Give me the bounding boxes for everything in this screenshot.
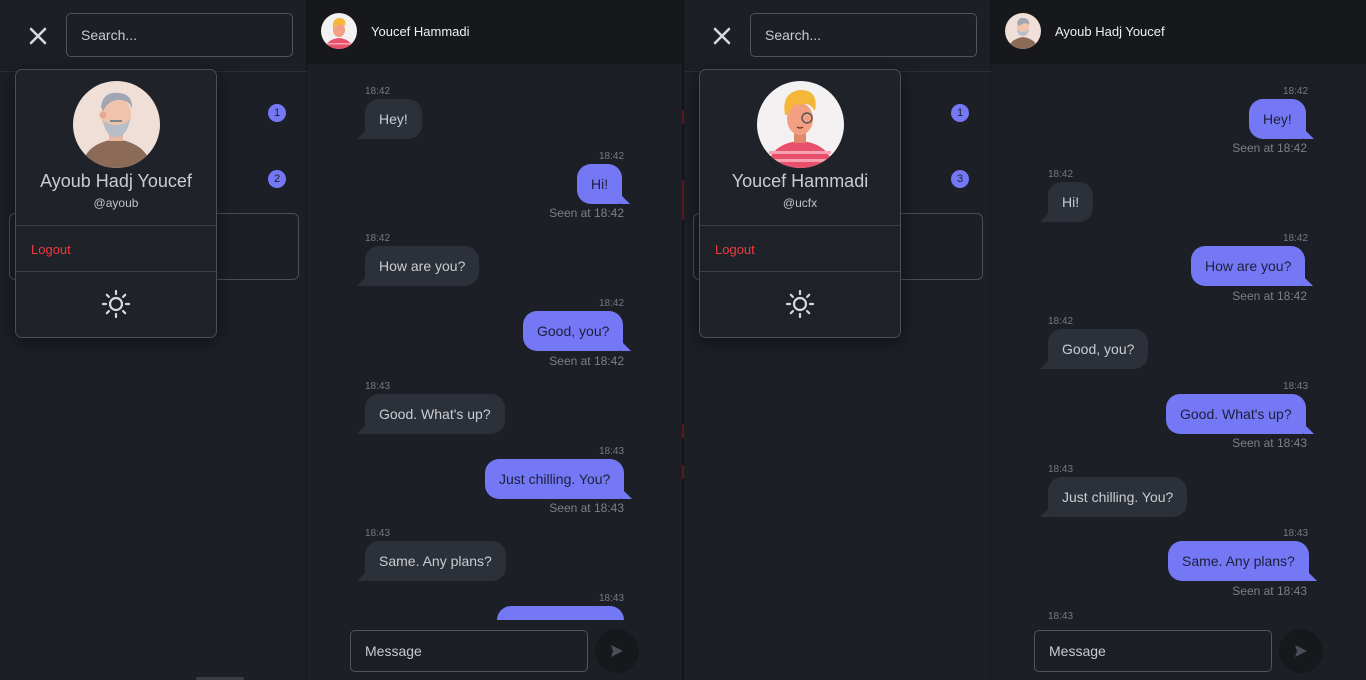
- seen-status: Seen at 18:42: [549, 206, 624, 220]
- chat-app-right: 1 3 Youcef Hammadi @ucfx Logo: [684, 0, 1366, 680]
- message-bubble-incoming: How are you?: [356, 246, 480, 286]
- message-time: 18:42: [1048, 316, 1074, 327]
- profile-menu: Ayoub Hadj Youcef @ayoub Logout: [15, 69, 217, 338]
- message-time: 18:42: [365, 233, 391, 244]
- search-input[interactable]: [66, 13, 293, 57]
- chat-app-left: 1 2 Ayoub Hadj Youcef @ayoub Logout: [0, 0, 683, 680]
- message-bubble-outgoing: [497, 606, 624, 620]
- chat-title: Youcef Hammadi: [371, 24, 470, 39]
- avatar-young-man-icon: [321, 13, 357, 49]
- avatar-young-man-icon: [757, 81, 844, 168]
- menu-divider: [16, 271, 216, 272]
- seen-status: Seen at 18:42: [549, 354, 624, 368]
- send-button[interactable]: [595, 629, 639, 673]
- message-bubble-incoming: Good, you?: [1039, 329, 1149, 369]
- close-icon: [713, 27, 731, 45]
- search-input[interactable]: [750, 13, 977, 57]
- message-list: 18:42 Hey! 18:42 Hi! Seen at 18:42 18:42…: [307, 64, 683, 620]
- message-time: 18:43: [599, 446, 625, 457]
- avatar: [73, 81, 160, 168]
- message-bubble-outgoing: Just chilling. You?: [485, 459, 633, 499]
- avatar-old-man-icon: [1005, 13, 1041, 49]
- message-bubble-outgoing: Hey!: [1249, 99, 1314, 139]
- message-time: 18:42: [1048, 169, 1074, 180]
- sun-icon: [785, 289, 815, 319]
- message-time: 18:43: [365, 381, 391, 392]
- seen-status: Seen at 18:43: [1232, 584, 1307, 598]
- profile-name: Youcef Hammadi: [731, 171, 869, 191]
- seen-status: Seen at 18:42: [1232, 289, 1307, 303]
- logout-button[interactable]: Logout: [31, 242, 71, 257]
- unread-badge: 1: [268, 104, 286, 122]
- message-bubble-incoming: Hi!: [1039, 182, 1094, 222]
- message-time: 18:42: [599, 151, 625, 162]
- sidebar-header: [684, 0, 991, 72]
- sidebar: 1 3 Youcef Hammadi @ucfx Logo: [684, 0, 991, 680]
- profile-handle: @ucfx: [782, 196, 818, 210]
- chat-panel: Ayoub Hadj Youcef 18:42 Hey! Seen at 18:…: [991, 0, 1366, 680]
- chat-header: Youcef Hammadi: [307, 0, 683, 64]
- avatar[interactable]: [1005, 13, 1041, 49]
- close-button[interactable]: [708, 22, 736, 50]
- message-bubble-incoming: Good. What's up?: [357, 394, 505, 434]
- avatar: [757, 81, 844, 168]
- message-time: 18:43: [1048, 464, 1074, 475]
- avatar[interactable]: [321, 13, 357, 49]
- message-list: 18:42 Hey! Seen at 18:42 18:42 Hi! 18:42…: [991, 64, 1366, 620]
- message-input[interactable]: [350, 630, 588, 672]
- message-bubble-incoming: Hey!: [357, 99, 422, 139]
- message-time: 18:43: [599, 593, 625, 604]
- chat-title: Ayoub Hadj Youcef: [1055, 24, 1165, 39]
- seen-status: Seen at 18:43: [549, 501, 624, 515]
- chat-panel: Youcef Hammadi 18:42 Hey! 18:42 Hi! Seen…: [307, 0, 683, 680]
- sun-icon: [101, 289, 131, 319]
- send-icon: [1295, 645, 1307, 657]
- message-time: 18:42: [365, 86, 391, 97]
- chat-header: Ayoub Hadj Youcef: [991, 0, 1366, 64]
- message-bubble-outgoing: Good, you?: [523, 311, 632, 351]
- unread-badge: 1: [951, 104, 969, 122]
- message-time: 18:42: [1283, 233, 1309, 244]
- profile-handle: @ayoub: [93, 196, 139, 210]
- message-bubble-outgoing: Same. Any plans?: [1168, 541, 1317, 581]
- logout-button[interactable]: Logout: [715, 242, 755, 257]
- message-time: 18:43: [1283, 528, 1309, 539]
- message-bubble-outgoing: Good. What's up?: [1166, 394, 1314, 434]
- message-input[interactable]: [1034, 630, 1272, 672]
- message-time: 18:43: [1283, 381, 1309, 392]
- unread-badge: 2: [268, 170, 286, 188]
- theme-toggle[interactable]: [101, 289, 131, 319]
- sidebar-header: [0, 0, 307, 72]
- seen-status: Seen at 18:43: [1232, 436, 1307, 450]
- message-composer: [991, 620, 1366, 680]
- message-bubble-incoming: Just chilling. You?: [1039, 477, 1188, 517]
- profile-menu: Youcef Hammadi @ucfx Logout: [699, 69, 901, 338]
- sidebar: 1 2 Ayoub Hadj Youcef @ayoub Logout: [0, 0, 307, 680]
- seen-status: Seen at 18:42: [1232, 141, 1307, 155]
- message-time: 18:42: [1283, 86, 1309, 97]
- message-time: 18:42: [599, 298, 625, 309]
- profile-name: Ayoub Hadj Youcef: [40, 171, 192, 191]
- message-composer: [307, 620, 683, 680]
- close-button[interactable]: [24, 22, 52, 50]
- close-icon: [29, 27, 47, 45]
- menu-divider: [16, 225, 216, 226]
- message-time: 18:43: [365, 528, 391, 539]
- avatar-old-man-icon: [73, 81, 160, 168]
- message-time: 18:43: [1048, 611, 1074, 620]
- theme-toggle[interactable]: [785, 289, 815, 319]
- message-bubble-outgoing: Hi!: [577, 164, 631, 204]
- message-bubble-incoming: Same. Any plans?: [357, 541, 506, 581]
- send-icon: [611, 645, 623, 657]
- menu-divider: [700, 225, 900, 226]
- send-button[interactable]: [1279, 629, 1323, 673]
- unread-badge: 3: [951, 170, 969, 188]
- message-bubble-outgoing: How are you?: [1191, 246, 1314, 286]
- menu-divider: [700, 271, 900, 272]
